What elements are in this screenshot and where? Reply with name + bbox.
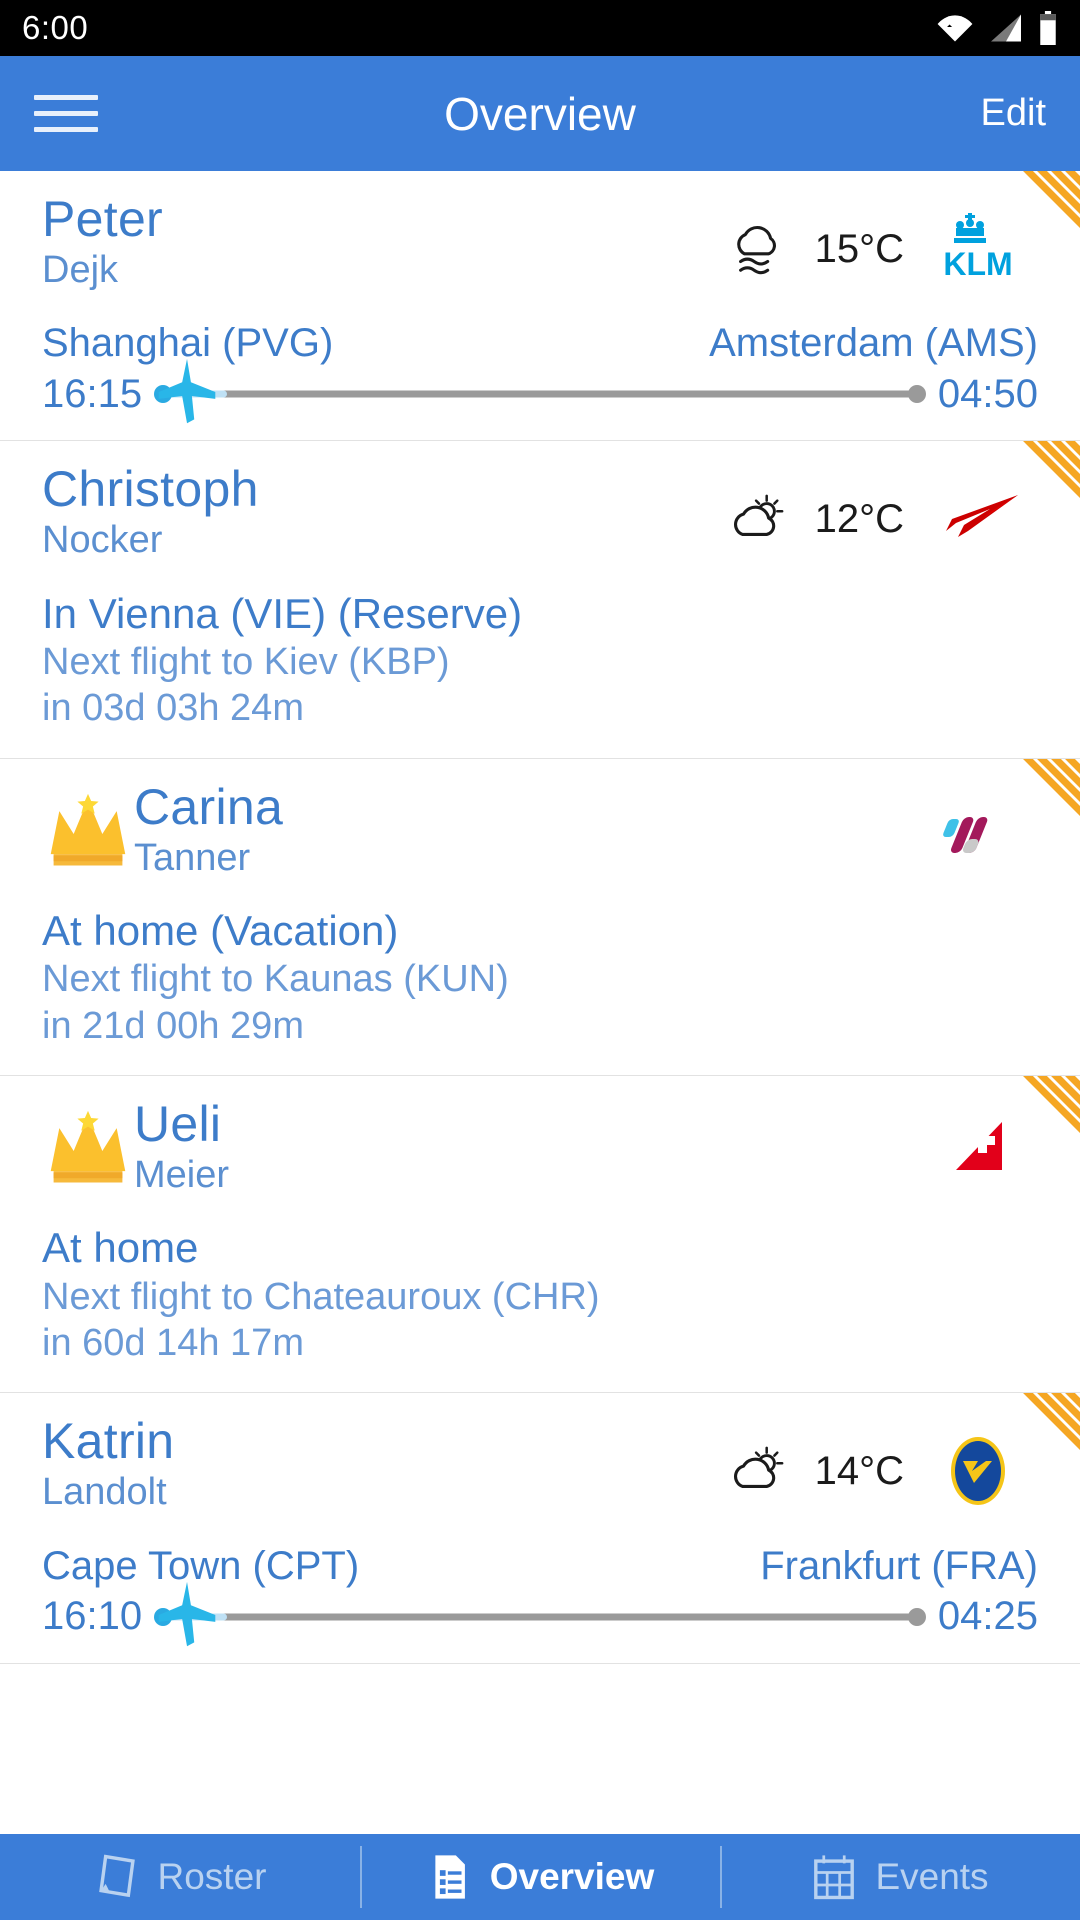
austrian-airlines-logo	[946, 495, 1018, 538]
eurowings-logo	[943, 816, 988, 853]
progress-track	[154, 359, 926, 424]
crew-status-main: In Vienna (VIE) (Reserve)	[42, 589, 523, 637]
crew-first-name: Christoph	[42, 461, 259, 518]
destination-airport: Amsterdam (AMS)	[709, 321, 1038, 366]
crew-name-block: Peter Dejk	[42, 193, 163, 293]
crew-countdown: in 60d 14h 17m	[42, 1321, 304, 1364]
nav-item-overview[interactable]: Overview	[360, 1834, 720, 1920]
crew-name-block: Ueli Meier	[42, 1098, 229, 1198]
crew-countdown: in 03d 03h 24m	[42, 687, 304, 730]
crew-name-block: Christoph Nocker	[42, 463, 259, 563]
battery-icon	[1040, 11, 1056, 45]
app-bar: Overview Edit	[0, 56, 1080, 171]
klm-logo: KLM	[943, 213, 1013, 282]
flight-progress: 16:10 04:25	[0, 1581, 1080, 1663]
progress-line	[158, 1613, 922, 1621]
departure-time: 16:10	[42, 1594, 143, 1639]
partly-cloudy-icon	[733, 494, 784, 537]
svg-text:KLM: KLM	[943, 246, 1012, 282]
crown-icon	[50, 1110, 126, 1183]
crew-list[interactable]: Peter Dejk 15°C KLM Shanghai (PVG) Amste…	[0, 171, 1080, 1725]
airplane-icon	[158, 359, 216, 424]
crew-first-name: Katrin	[42, 1413, 175, 1470]
status-bar-icons	[936, 11, 1058, 45]
nav-item-label: Overview	[489, 1856, 655, 1897]
wifi-icon	[937, 15, 973, 42]
progress-end-dot	[907, 1607, 926, 1626]
crew-status-block: At home Next flight to Chateauroux (CHR)…	[0, 1198, 1080, 1392]
crew-card[interactable]: Christoph Nocker 12°C In Vienna (VIE) (R…	[0, 441, 1080, 759]
nav-item-roster[interactable]: Roster	[0, 1834, 360, 1920]
crew-meta	[930, 781, 1040, 877]
crew-name-block: Katrin Landolt	[42, 1415, 174, 1515]
nav-item-label: Roster	[157, 1856, 267, 1897]
crew-name-block: Carina Tanner	[42, 781, 283, 881]
progress-end-dot	[907, 385, 926, 404]
crew-meta: 12°C	[727, 463, 1040, 559]
crew-card-header: Peter Dejk 15°C KLM	[0, 171, 1080, 293]
progress-line	[158, 390, 922, 398]
swiss-logo	[956, 1121, 1002, 1170]
crew-card[interactable]: Katrin Landolt 14°C Cape Town (CPT) Fran…	[0, 1393, 1080, 1664]
crew-last-name: Meier	[134, 1153, 230, 1196]
crew-meta: 15°C KLM	[727, 193, 1040, 289]
airplane-icon	[158, 1581, 216, 1646]
crew-card[interactable]: Peter Dejk 15°C KLM Shanghai (PVG) Amste…	[0, 171, 1080, 442]
arrival-time: 04:25	[937, 1594, 1038, 1639]
status-bar-clock: 6:00	[22, 9, 89, 46]
page-title: Overview	[444, 87, 636, 140]
crew-meta: 14°C	[727, 1415, 1040, 1511]
bottom-navigation: Roster Overview Events	[0, 1834, 1080, 1920]
crew-countdown: in 21d 00h 29m	[42, 1004, 304, 1047]
crew-next-flight: Next flight to Chateauroux (CHR)	[42, 1275, 600, 1318]
arrival-time: 04:50	[937, 371, 1038, 416]
hamburger-menu-icon[interactable]	[34, 95, 98, 132]
temperature-label: 12°C	[814, 496, 904, 541]
edit-button[interactable]: Edit	[981, 92, 1046, 135]
crew-card-header: Carina Tanner	[0, 759, 1080, 881]
crew-first-name: Peter	[42, 191, 164, 247]
crew-status-main: At home (Vacation)	[42, 907, 399, 955]
departure-time: 16:15	[42, 371, 143, 416]
crown-icon	[50, 793, 126, 866]
fog-icon	[736, 225, 776, 275]
flight-progress: 16:15 04:50	[0, 359, 1080, 440]
roster-icon	[98, 1854, 135, 1898]
temperature-label: 14°C	[814, 1448, 904, 1493]
crew-last-name: Nocker	[42, 519, 163, 562]
crew-card-header: Christoph Nocker 12°C	[0, 441, 1080, 563]
crew-card[interactable]: Ueli Meier At home Next flight to Chatea…	[0, 1075, 1080, 1394]
crew-status-block: At home (Vacation) Next flight to Kaunas…	[0, 881, 1080, 1075]
document-icon	[435, 1855, 465, 1899]
crew-first-name: Ueli	[134, 1095, 222, 1152]
crew-meta	[930, 1098, 1040, 1194]
condor-logo	[951, 1437, 1005, 1506]
crew-last-name: Tanner	[134, 836, 251, 879]
crew-next-flight: Next flight to Kaunas (KUN)	[42, 958, 509, 1001]
crew-status-block: In Vienna (VIE) (Reserve) Next flight to…	[0, 564, 1080, 758]
nav-item-label: Events	[875, 1856, 989, 1897]
crew-card-header: Katrin Landolt 14°C	[0, 1393, 1080, 1515]
crew-last-name: Landolt	[42, 1471, 167, 1514]
crew-status-main: At home	[42, 1224, 199, 1272]
calendar-icon	[814, 1855, 855, 1900]
crew-first-name: Carina	[134, 778, 284, 835]
nav-item-events[interactable]: Events	[720, 1834, 1080, 1920]
temperature-label: 15°C	[814, 226, 904, 271]
crew-next-flight: Next flight to Kiev (KBP)	[42, 640, 450, 683]
crew-card[interactable]: Carina Tanner At home (Vacation) Next fl…	[0, 758, 1080, 1076]
partly-cloudy-icon	[733, 1446, 784, 1489]
crew-card-header: Ueli Meier	[0, 1076, 1080, 1198]
status-bar: 6:00	[0, 0, 1080, 56]
cellular-signal-icon	[991, 14, 1021, 42]
progress-track	[154, 1581, 926, 1646]
destination-airport: Frankfurt (FRA)	[760, 1543, 1038, 1588]
crew-last-name: Dejk	[42, 249, 119, 291]
